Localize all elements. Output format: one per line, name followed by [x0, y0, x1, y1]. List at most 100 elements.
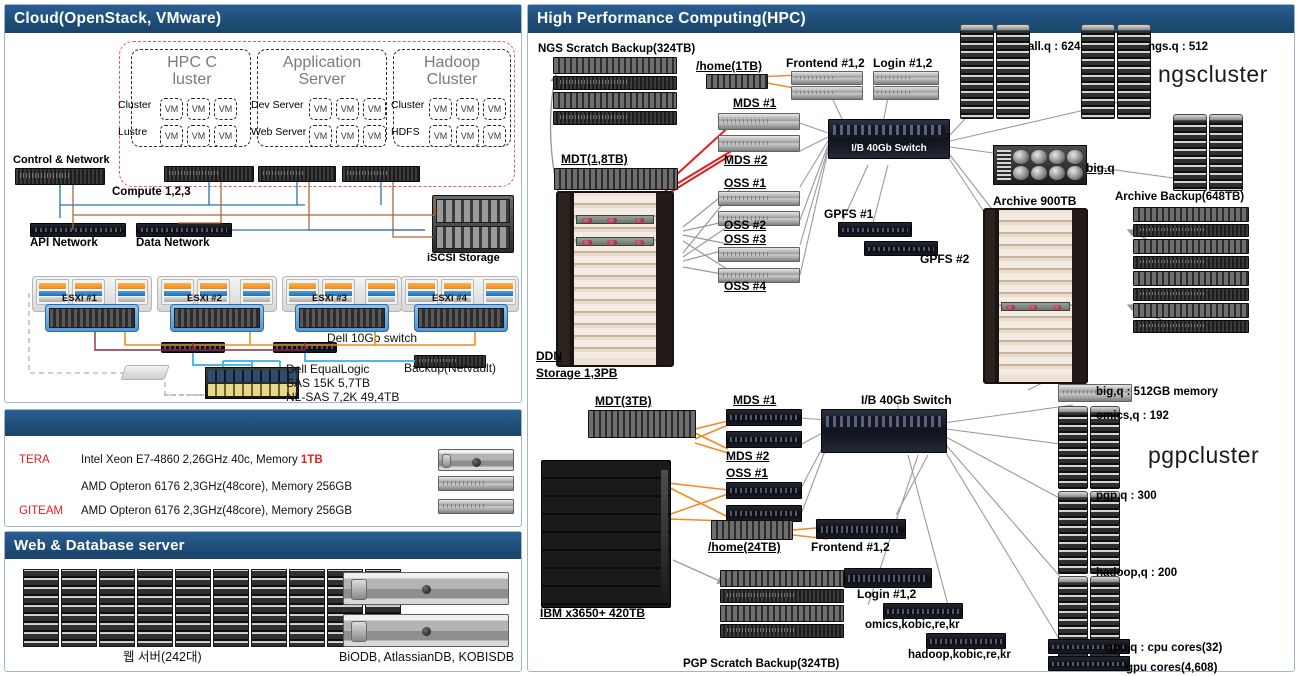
- archive-backup-node: [1133, 288, 1249, 301]
- ddn-storage-label: Storage 1,3PB: [536, 366, 618, 380]
- pgp-scratch-shelf-1: [720, 570, 844, 587]
- iscsi-shelf-bottom: [436, 225, 510, 249]
- cloud-group-title-hpc: HPC C luster: [167, 54, 217, 88]
- hadoopq-label: hadoop,q : 200: [1096, 567, 1178, 579]
- ngsq-label: ngs.q : 512: [1148, 41, 1209, 53]
- web-server-caption: 웹 서버(242대): [123, 650, 202, 664]
- bigq-mem-stack-2: [1209, 114, 1243, 191]
- gpu-cores-label: gpu cores(4,608): [1126, 662, 1218, 674]
- esxi-label-2: ESXi #2: [187, 293, 222, 304]
- compute-node-1: [164, 166, 254, 182]
- pgp-mds2-server: [726, 431, 802, 448]
- archive-cabinet: [983, 208, 1088, 384]
- spec-tag-giteam: GITEAM: [19, 505, 64, 517]
- pgp-home-label: /home(24TB): [708, 540, 781, 554]
- cloud-group-title-app: Application Server: [282, 54, 362, 88]
- archive-backup-node: [1133, 320, 1249, 333]
- web-server-rack: [23, 569, 59, 647]
- pgp-mds2-label: MDS #2: [726, 449, 770, 463]
- ngs-mds1-label: MDS #1: [733, 96, 777, 110]
- vm-box: VM: [309, 98, 332, 120]
- ngs-mds1-server: [718, 113, 800, 130]
- gpfs2-label: GPFS #2: [920, 252, 970, 266]
- archive-backup-shelf: [1133, 303, 1249, 318]
- spec-text-tera: Intel Xeon E7-4860 2,26GHz 40c, Memory 1…: [81, 454, 323, 466]
- esxi-host-2: [170, 304, 264, 332]
- webdb-panel: Web & Database server 웹 서버(242대) BiODB, …: [4, 531, 522, 672]
- spec-row-tera: TERA Intel Xeon E7-4860 2,26GHz 40c, Mem…: [19, 454, 459, 466]
- esxi-label-4: ESXi #4: [432, 293, 467, 304]
- esxi-vm-card: [115, 279, 148, 305]
- bigq-label: big.q: [1086, 161, 1115, 175]
- compute-label: Compute 1,2,3: [112, 186, 191, 198]
- omics-host-server: [883, 603, 963, 619]
- spec-text-tera-body: Intel Xeon E7-4860 2,26GHz 40c, Memory: [81, 454, 301, 466]
- pgp-login-server: [844, 568, 932, 588]
- backup-netvault-label: Backup(Netvault): [404, 361, 497, 375]
- vm-box: VM: [214, 125, 237, 147]
- ngs-oss3-server: [718, 247, 800, 262]
- webdb-panel-header: Web & Database server: [5, 532, 521, 559]
- cloud-tape-device: [120, 365, 170, 380]
- pgp-oss1-server: [726, 482, 802, 499]
- ngs-scratch-shelf-2: [553, 76, 677, 90]
- control-network-server: [15, 168, 105, 185]
- vm-box: VM: [456, 98, 479, 120]
- spec-server-amd-1: [438, 476, 514, 491]
- ngs-mdt-enclosure: [554, 168, 678, 190]
- cloud-group-title-hadoop: Hadoop Cluster: [423, 54, 481, 88]
- esxi-host-4: [414, 304, 508, 332]
- pgp-frontend-label: Frontend #1,2: [811, 540, 890, 554]
- ddn-controller-2: [576, 237, 654, 246]
- ngsq-stack-1: [1081, 24, 1115, 119]
- vm-box: VM: [483, 98, 506, 120]
- ddn-label: DDN: [536, 349, 562, 363]
- vm-box: VM: [214, 98, 237, 120]
- pgpq-stack-1: [1058, 491, 1088, 574]
- ngscluster-name: ngscluster: [1158, 61, 1268, 87]
- ngs-mds2-label: MDS #2: [724, 153, 768, 167]
- db-server-caption: BiODB, AtlassianDB, KOBISDB: [339, 650, 515, 664]
- archive-backup-label: Archive Backup(648TB): [1115, 191, 1245, 203]
- web-server-rack: [175, 569, 211, 647]
- pgp-scratch-node-1: [720, 589, 844, 603]
- ngs-login-server-2: [873, 86, 939, 100]
- bigq-mem-stack-1: [1173, 114, 1207, 191]
- equallogic-shelf-bottom: [208, 384, 296, 396]
- esxi-label-3: ESXi #3: [312, 293, 347, 304]
- ngs-scratch-shelf-4: [553, 111, 677, 125]
- infrastructure-diagram: Cloud(OpenStack, VMware) HPC C luster Ap…: [0, 0, 1299, 676]
- pgp-oss1-label: OSS #1: [726, 466, 769, 480]
- archive-backup-shelf: [1133, 207, 1249, 222]
- spec-text-giteam: AMD Opteron 6176 2,3GHz(48core), Memory …: [81, 505, 353, 517]
- compute-node-2: [258, 166, 336, 182]
- hpc-panel: High Performance Computing(HPC) NGS Scra…: [527, 4, 1295, 674]
- pgpq-label: pgp,q : 300: [1096, 490, 1157, 502]
- pgp-scratch-node-2: [720, 624, 844, 638]
- esxi-label-1: ESXi #1: [62, 293, 97, 304]
- web-server-rack: [137, 569, 173, 647]
- esxi-vm-card: [483, 279, 516, 305]
- ngs-scratch-backup-label: NGS Scratch Backup(324TB): [538, 43, 696, 55]
- vm-box: VM: [160, 98, 183, 120]
- pgpcluster-name: pgpcluster: [1148, 442, 1260, 468]
- omics-host-label: omics,kobic,re,kr: [865, 619, 960, 631]
- pgp-mdt-label: MDT(3TB): [595, 394, 652, 408]
- dell-equallogic-array: [205, 367, 299, 399]
- api-network-switch: [30, 223, 126, 237]
- vm-box: VM: [363, 98, 386, 120]
- cloud-panel-title: Cloud(OpenStack, VMware): [14, 10, 222, 27]
- hpc-panel-header: High Performance Computing(HPC): [528, 5, 1294, 33]
- web-server-rack: [289, 569, 325, 647]
- db-server-2: [343, 614, 509, 647]
- pgp-ib-switch-label: I/B 40Gb Switch: [861, 393, 952, 407]
- pgpq-stack-2: [1090, 491, 1120, 574]
- pgp-mds1-server: [726, 409, 802, 426]
- hpc-panel-title: High Performance Computing(HPC): [537, 10, 806, 27]
- bigq-mem-label: big,q : 512GB memory: [1096, 386, 1219, 398]
- iscsi-shelf-top: [436, 199, 510, 223]
- allq-stack-1: [960, 24, 994, 119]
- ngs-frontend-server-2: [791, 86, 863, 100]
- pgp-mdt-enclosure: [588, 410, 696, 438]
- vm-box: VM: [336, 98, 359, 120]
